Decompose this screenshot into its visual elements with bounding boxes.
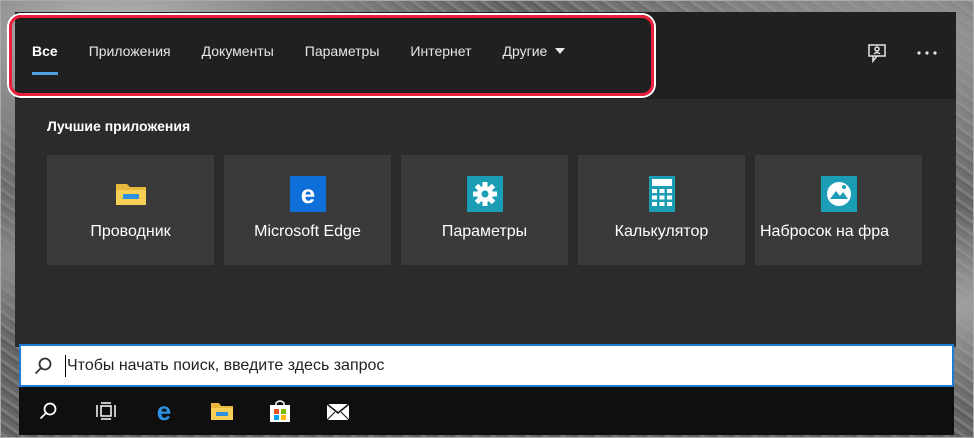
store-icon: [270, 400, 290, 422]
svg-text:e: e: [300, 179, 314, 209]
taskbar-file-explorer-button[interactable]: [193, 387, 251, 435]
file-explorer-icon: [115, 184, 146, 205]
app-tile-label: Параметры: [441, 223, 528, 240]
taskbar: e: [19, 387, 954, 435]
task-view-icon: [96, 402, 116, 420]
app-tile-label: Проводник: [90, 223, 171, 240]
taskbar-mail-button[interactable]: [309, 387, 367, 435]
search-input[interactable]: [67, 346, 937, 385]
text-cursor: [65, 355, 66, 377]
mail-icon: [326, 403, 350, 421]
svg-text:e: e: [157, 398, 171, 424]
taskbar-edge-button[interactable]: e: [135, 387, 193, 435]
app-tile-label: Набросок на фра: [760, 223, 890, 240]
search-icon: [39, 402, 57, 420]
app-tile-label: Microsoft Edge: [254, 223, 361, 240]
app-tile-label: Калькулятор: [614, 223, 709, 240]
app-tile-file-explorer[interactable]: Проводник: [47, 155, 214, 265]
feedback-icon[interactable]: [864, 40, 890, 66]
app-tile-snip-sketch[interactable]: Набросок на фра: [755, 155, 922, 265]
app-tile-calculator[interactable]: Калькулятор: [578, 155, 745, 265]
best-apps-list: Проводник e Microsoft Edge Параметры Кал…: [47, 155, 922, 265]
search-box[interactable]: [19, 344, 954, 387]
tabs-highlight-frame: [9, 15, 654, 96]
header-actions: [864, 40, 940, 66]
best-apps-title: Лучшие приложения: [47, 118, 191, 134]
file-explorer-icon: [211, 403, 233, 420]
more-options-icon[interactable]: [914, 40, 940, 66]
taskbar-task-view-button[interactable]: [77, 387, 135, 435]
taskbar-search-button[interactable]: [19, 387, 77, 435]
app-tile-settings[interactable]: Параметры: [401, 155, 568, 265]
snip-sketch-icon: [820, 176, 857, 212]
calculator-icon: [648, 176, 675, 212]
taskbar-store-button[interactable]: [251, 387, 309, 435]
search-icon: [34, 357, 52, 375]
app-tile-edge[interactable]: e Microsoft Edge: [224, 155, 391, 265]
edge-icon: e: [289, 176, 326, 212]
edge-icon: e: [157, 398, 171, 424]
settings-gear-icon: [466, 176, 503, 212]
